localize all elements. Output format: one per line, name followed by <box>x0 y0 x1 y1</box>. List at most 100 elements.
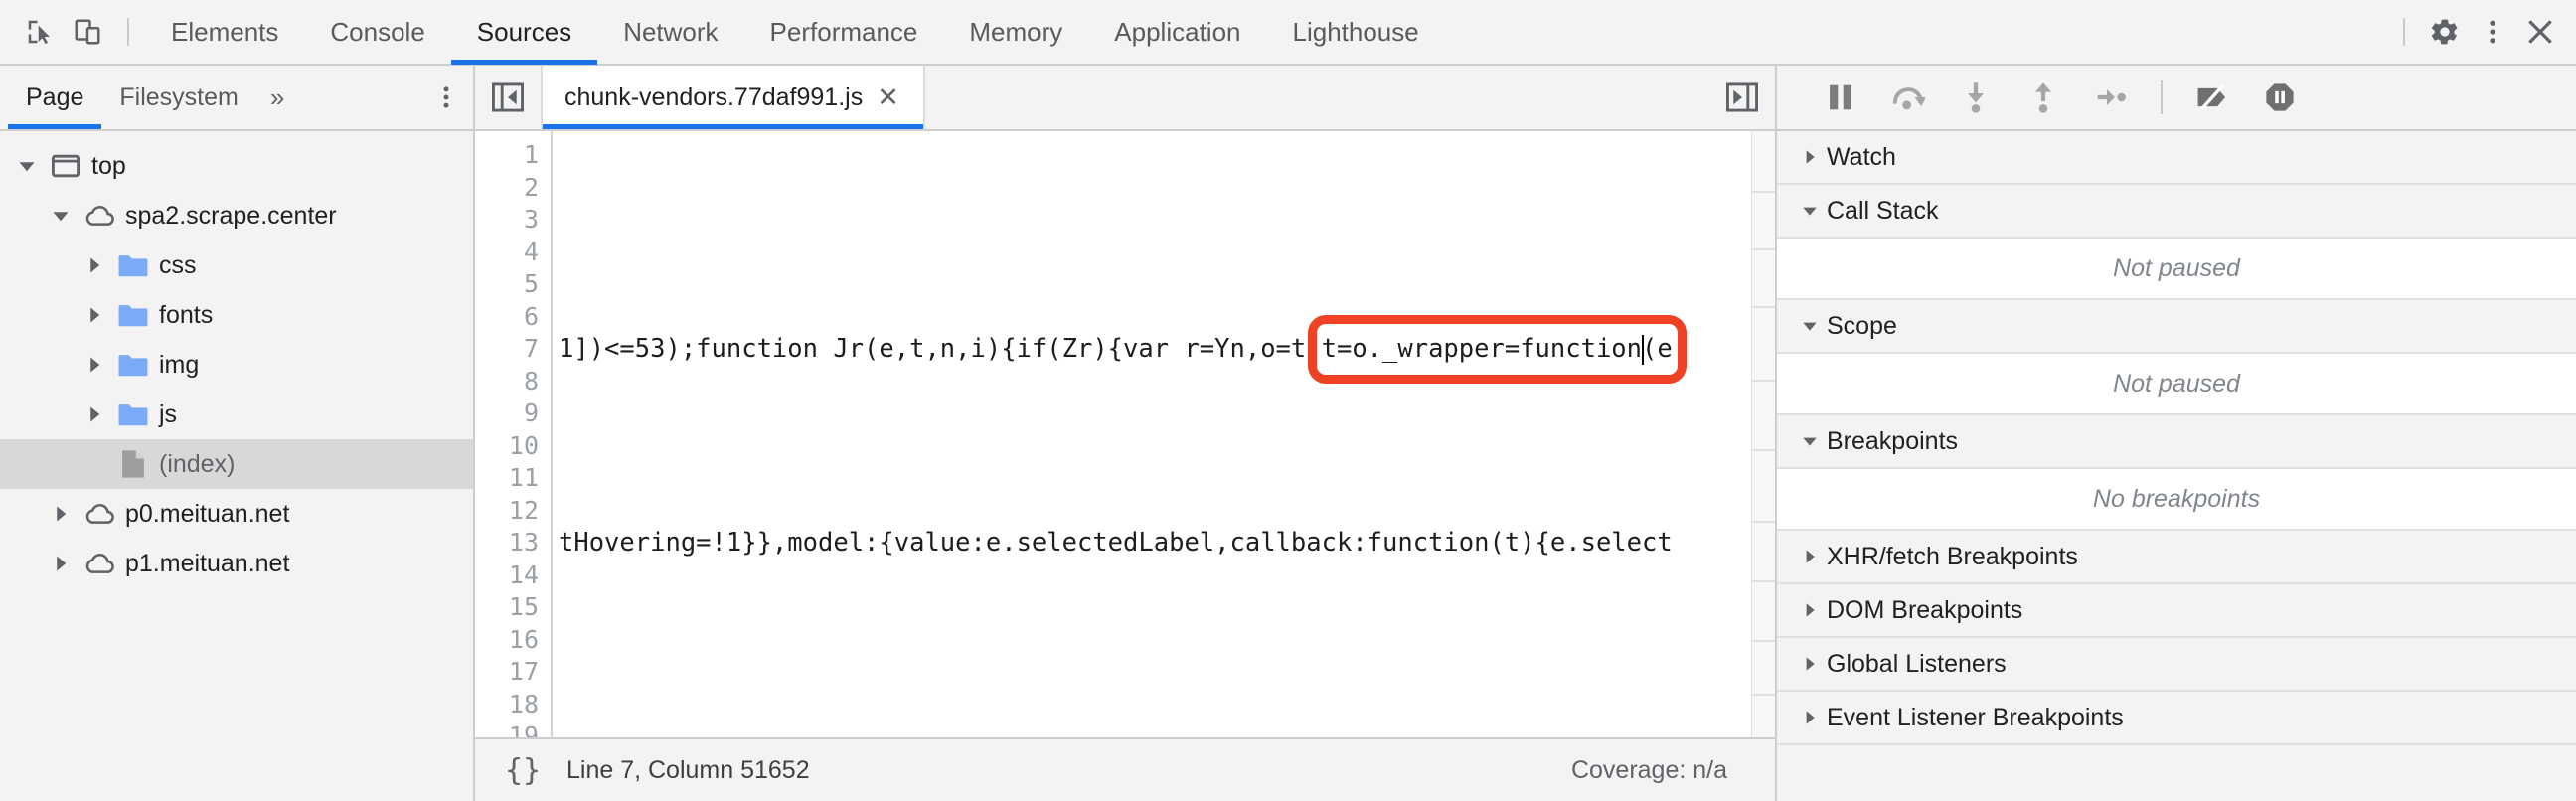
toolbar-divider-right <box>2403 18 2405 46</box>
chevron-right-icon[interactable] <box>78 405 111 423</box>
tab-application[interactable]: Application <box>1088 0 1266 65</box>
tab-performance[interactable]: Performance <box>744 0 944 65</box>
tree-item-img[interactable]: img <box>0 340 473 390</box>
chevron-down-icon[interactable] <box>1793 203 1827 219</box>
chevron-right-icon[interactable] <box>1793 710 1827 725</box>
deactivate-breakpoints-button[interactable] <box>2178 70 2246 125</box>
section-header-call-stack[interactable]: Call Stack <box>1777 185 2576 239</box>
cursor-position-label: Line 7, Column 51652 <box>566 755 810 784</box>
tree-item-p1-meituan-net[interactable]: p1.meituan.net <box>0 539 473 588</box>
tree-item-css[interactable]: css <box>0 240 473 290</box>
editor-tab-chunk-vendors[interactable]: chunk-vendors.77daf991.js ✕ <box>541 66 925 129</box>
step-over-button[interactable] <box>1874 70 1942 125</box>
section-label: Watch <box>1827 142 1896 171</box>
show-debugger-icon[interactable] <box>1709 66 1775 129</box>
section-label: Scope <box>1827 311 1897 340</box>
devtools-window: Elements Console Sources Network Perform… <box>0 0 2576 801</box>
tab-memory[interactable]: Memory <box>943 0 1088 65</box>
inspect-cursor-icon[interactable] <box>16 8 64 56</box>
line-number: 13 <box>508 528 539 557</box>
nav-tab-page[interactable]: Page <box>8 66 102 129</box>
step-button[interactable] <box>2077 70 2145 125</box>
chevron-right-icon[interactable] <box>1793 656 1827 672</box>
nav-tab-filesystem[interactable]: Filesystem <box>101 66 255 129</box>
code-editor[interactable]: 1 2 3 4 5 6 7 8 9 10 11 12 13 14 15 16 1 <box>475 131 1775 737</box>
chevron-down-icon[interactable] <box>1793 433 1827 449</box>
step-into-button[interactable] <box>1942 70 2010 125</box>
tab-lighthouse[interactable]: Lighthouse <box>1267 0 1445 65</box>
device-toolbar-icon[interactable] <box>64 8 111 56</box>
tab-performance-label: Performance <box>769 16 918 47</box>
close-icon[interactable]: ✕ <box>875 83 901 111</box>
section-header-event-listener-breakpoints[interactable]: Event Listener Breakpoints <box>1777 692 2576 745</box>
line-number: 4 <box>523 237 539 266</box>
line-number: 15 <box>508 592 539 621</box>
code-line-13[interactable]: tHovering=!1}},model:{value:e.selectedLa… <box>553 527 1775 560</box>
chevron-down-icon[interactable] <box>44 207 78 225</box>
tree-item-js[interactable]: js <box>0 390 473 439</box>
chevron-right-icon[interactable] <box>78 356 111 374</box>
chevron-right-icon[interactable] <box>1793 549 1827 564</box>
editor-tab-filename: chunk-vendors.77daf991.js <box>564 82 864 111</box>
resume-button[interactable] <box>1807 70 1874 125</box>
section-header-watch[interactable]: Watch <box>1777 131 2576 185</box>
folder-icon <box>111 401 155 427</box>
section-header-xhr-fetch-breakpoints[interactable]: XHR/fetch Breakpoints <box>1777 531 2576 584</box>
kebab-menu-icon[interactable] <box>419 66 473 129</box>
tab-elements[interactable]: Elements <box>145 0 304 65</box>
tree-item-p0-meituan-net[interactable]: p0.meituan.net <box>0 489 473 539</box>
chevron-right-icon[interactable] <box>78 306 111 324</box>
tree-item-top[interactable]: top <box>0 141 473 191</box>
code-lines[interactable]: 1])<=53);function Jr(e,t,n,i){if(Zr){var… <box>553 131 1775 737</box>
step-out-button[interactable] <box>2010 70 2077 125</box>
chevron-right-icon[interactable] <box>1793 602 1827 618</box>
section-header-global-listeners[interactable]: Global Listeners <box>1777 638 2576 692</box>
navigator-tabbar: Page Filesystem » <box>0 66 473 131</box>
code-line-7[interactable]: 1])<=53);function Jr(e,t,n,i){if(Zr){var… <box>553 333 1775 366</box>
chevron-right-icon[interactable] <box>78 256 111 274</box>
line-number: 19 <box>508 721 539 737</box>
body-row: Page Filesystem » top spa2.scrape.center… <box>0 66 2576 801</box>
close-icon[interactable] <box>2516 8 2564 56</box>
section-header-breakpoints[interactable]: Breakpoints <box>1777 415 2576 469</box>
editor-vertical-scrollbar[interactable] <box>1751 131 1775 737</box>
breakpoints-empty-message: No breakpoints <box>1777 469 2576 531</box>
tab-sources-label: Sources <box>476 16 572 47</box>
kebab-menu-icon[interactable] <box>2469 8 2516 56</box>
editor-tabbar-spacer <box>925 66 1709 129</box>
tab-console[interactable]: Console <box>304 0 450 65</box>
chevron-right-icon[interactable] <box>44 505 78 523</box>
chevron-right-icon[interactable] <box>44 555 78 572</box>
chevron-down-icon[interactable] <box>10 157 44 175</box>
line-number: 1 <box>523 140 539 169</box>
tab-elements-label: Elements <box>171 16 279 47</box>
gear-icon[interactable] <box>2421 8 2469 56</box>
tree-item-label: (index) <box>159 449 236 478</box>
chevron-down-icon[interactable] <box>1793 318 1827 334</box>
pretty-print-button[interactable]: {} <box>493 746 553 794</box>
tree-item-spa2-scrape-center[interactable]: spa2.scrape.center <box>0 191 473 240</box>
section-header-scope[interactable]: Scope <box>1777 300 2576 354</box>
line-number: 9 <box>523 399 539 427</box>
chevron-double-right-icon[interactable]: » <box>256 66 298 129</box>
pause-on-exceptions-button[interactable] <box>2246 70 2314 125</box>
tab-network[interactable]: Network <box>597 0 743 65</box>
main-toolbar: Elements Console Sources Network Perform… <box>0 0 2576 66</box>
tree-item-index[interactable]: (index) <box>0 439 473 489</box>
tab-memory-label: Memory <box>969 16 1063 47</box>
line-number: 6 <box>523 301 539 331</box>
show-navigator-icon[interactable] <box>475 66 541 129</box>
cloud-icon <box>78 205 121 227</box>
nav-tab-page-label: Page <box>26 82 84 111</box>
tab-sources[interactable]: Sources <box>450 0 598 65</box>
tree-item-fonts[interactable]: fonts <box>0 290 473 340</box>
chevron-right-icon[interactable] <box>1793 149 1827 165</box>
tree-item-label: p0.meituan.net <box>125 499 290 528</box>
cloud-icon <box>78 553 121 574</box>
section-header-dom-breakpoints[interactable]: DOM Breakpoints <box>1777 584 2576 638</box>
